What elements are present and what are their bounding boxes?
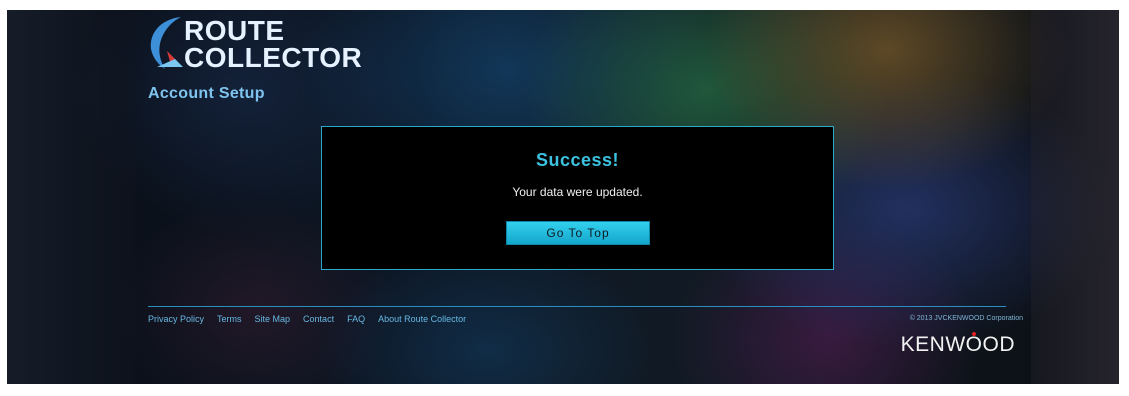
footer-link-contact[interactable]: Contact	[303, 314, 334, 324]
brand-text-prefix: KENW	[900, 333, 966, 356]
footer-link-faq[interactable]: FAQ	[347, 314, 365, 324]
copyright-text: © 2013 JVCKENWOOD Corporation	[909, 315, 1023, 322]
dialog-heading: Success!	[535, 150, 620, 170]
page-title: Account Setup	[148, 85, 265, 102]
success-dialog: Success! Your data were updated. Go To T…	[321, 126, 834, 270]
footer-link-about[interactable]: About Route Collector	[378, 314, 466, 324]
footer-link-terms[interactable]: Terms	[217, 314, 242, 324]
footer-link-privacy-policy[interactable]: Privacy Policy	[148, 314, 204, 324]
logo-text-route: ROUTE	[184, 15, 285, 46]
right-side-panel	[1031, 10, 1119, 384]
footer-link-site-map[interactable]: Site Map	[255, 314, 291, 324]
left-side-panel	[7, 10, 137, 384]
logo-text-collector: COLLECTOR	[184, 42, 363, 73]
route-collector-logo[interactable]: ROUTE COLLECTOR	[147, 15, 362, 81]
dialog-message: Your data were updated.	[512, 185, 643, 199]
brand-text-dot-letter: O	[965, 333, 983, 356]
kenwood-logo[interactable]: KENWOOD	[901, 333, 1015, 357]
brand-text-suffix: OD	[982, 333, 1015, 356]
go-to-top-button[interactable]: Go To Top	[506, 221, 650, 245]
footer-divider	[148, 306, 1006, 307]
footer-links: Privacy Policy Terms Site Map Contact FA…	[148, 314, 466, 324]
